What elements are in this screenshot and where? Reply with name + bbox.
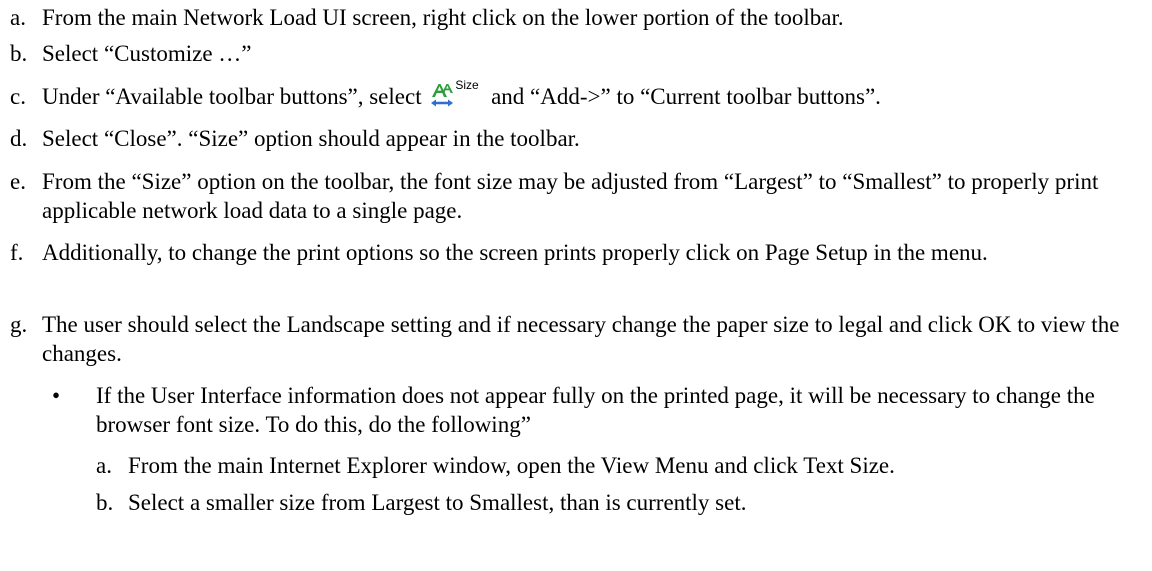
step-text: The user should select the Landscape set… xyxy=(42,312,1120,366)
bullet-text: If the User Interface information does n… xyxy=(96,383,1095,437)
bullet-icon: • xyxy=(52,383,61,408)
step-letter: e. xyxy=(10,169,26,194)
sub-step-text: From the main Internet Explorer window, … xyxy=(128,453,895,478)
step-text-after: and “Add->” to “Current toolbar buttons”… xyxy=(491,84,881,109)
step-letter: b. xyxy=(10,41,28,66)
size-icon-label: Size xyxy=(455,78,479,92)
step-letter: a. xyxy=(10,5,26,30)
step-text: Select “Close”. “Size” option should app… xyxy=(42,126,580,151)
step-letter: d. xyxy=(10,126,28,151)
step-letter: g. xyxy=(10,312,28,337)
size-glyph xyxy=(431,84,454,107)
step-text: Select “Customize …” xyxy=(42,41,252,66)
step-text: From the “Size” option on the toolbar, t… xyxy=(42,169,1099,223)
step-text-before: Under “Available toolbar buttons”, selec… xyxy=(42,84,422,109)
sub-step-letter: b. xyxy=(96,490,114,515)
step-letter: f. xyxy=(10,240,24,265)
step-letter: c. xyxy=(10,84,26,109)
sub-step-letter: a. xyxy=(96,453,112,478)
step-text: Under “Available toolbar buttons”, selec… xyxy=(42,78,1147,111)
size-icon: Size xyxy=(429,78,483,108)
sub-step-text: Select a smaller size from Largest to Sm… xyxy=(128,490,747,515)
instruction-document: a. From the main Network Load UI screen,… xyxy=(0,0,1152,571)
step-text: Additionally, to change the print option… xyxy=(42,240,988,265)
step-text: From the main Network Load UI screen, ri… xyxy=(42,5,844,30)
